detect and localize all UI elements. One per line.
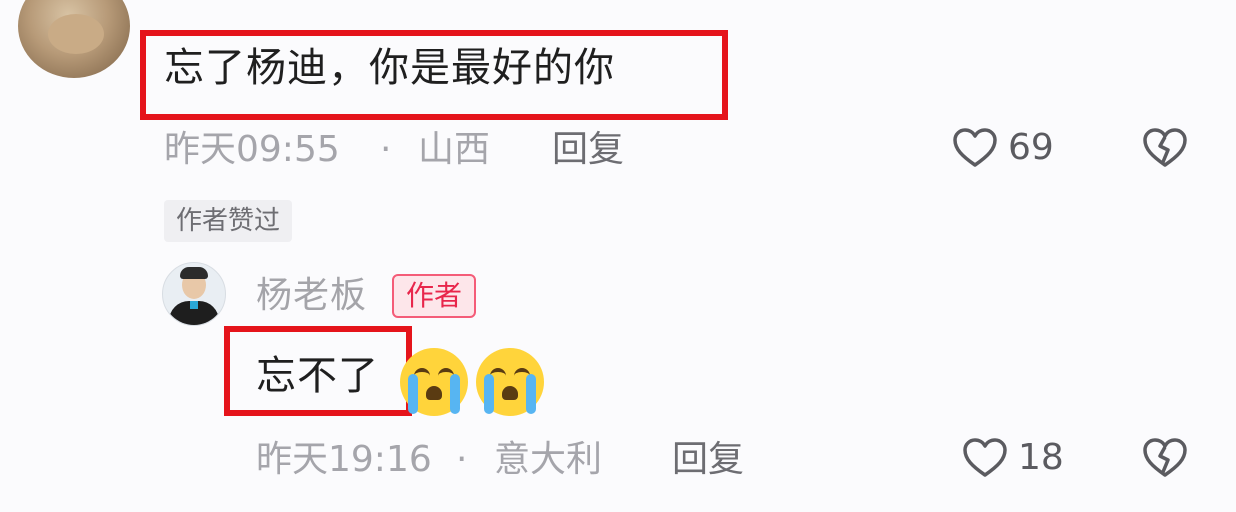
commenter-avatar[interactable] xyxy=(18,0,130,78)
author-liked-badge: 作者赞过 xyxy=(164,200,293,242)
crying-emoji-icon xyxy=(476,348,544,416)
reply-separator: · xyxy=(456,439,468,480)
reply-reply-button[interactable]: 回复 xyxy=(672,440,744,480)
reply-dislike-button[interactable] xyxy=(1142,438,1188,478)
heart-icon xyxy=(953,128,997,167)
broken-heart-icon xyxy=(1143,438,1187,477)
reply-like-button[interactable]: 18 xyxy=(962,438,1064,478)
comment-dislike-button[interactable] xyxy=(1142,128,1188,168)
comment-time: 昨天09:55 xyxy=(164,129,340,170)
reply-like-count: 18 xyxy=(1018,437,1064,478)
heart-icon xyxy=(963,438,1007,477)
broken-heart-icon xyxy=(1143,128,1187,167)
reply-username[interactable]: 杨老板 xyxy=(256,274,367,318)
reply-time: 昨天19:16 xyxy=(256,439,432,480)
author-badge: 作者 xyxy=(392,274,477,318)
reply-location: 意大利 xyxy=(494,439,603,480)
highlight-box-comment xyxy=(140,30,728,120)
comment-like-button[interactable]: 69 xyxy=(952,128,1054,168)
comment-reply-button[interactable]: 回复 xyxy=(552,130,624,170)
crying-emoji-icon xyxy=(400,348,468,416)
avatar-bowtie xyxy=(190,301,198,309)
avatar-hair xyxy=(180,267,208,279)
comment-location: 山西 xyxy=(418,129,491,170)
replier-avatar[interactable] xyxy=(162,262,226,326)
avatar-face xyxy=(48,14,104,54)
comment-separator: · xyxy=(380,129,392,170)
comment-like-count: 69 xyxy=(1008,127,1054,168)
highlight-box-reply xyxy=(224,326,412,416)
